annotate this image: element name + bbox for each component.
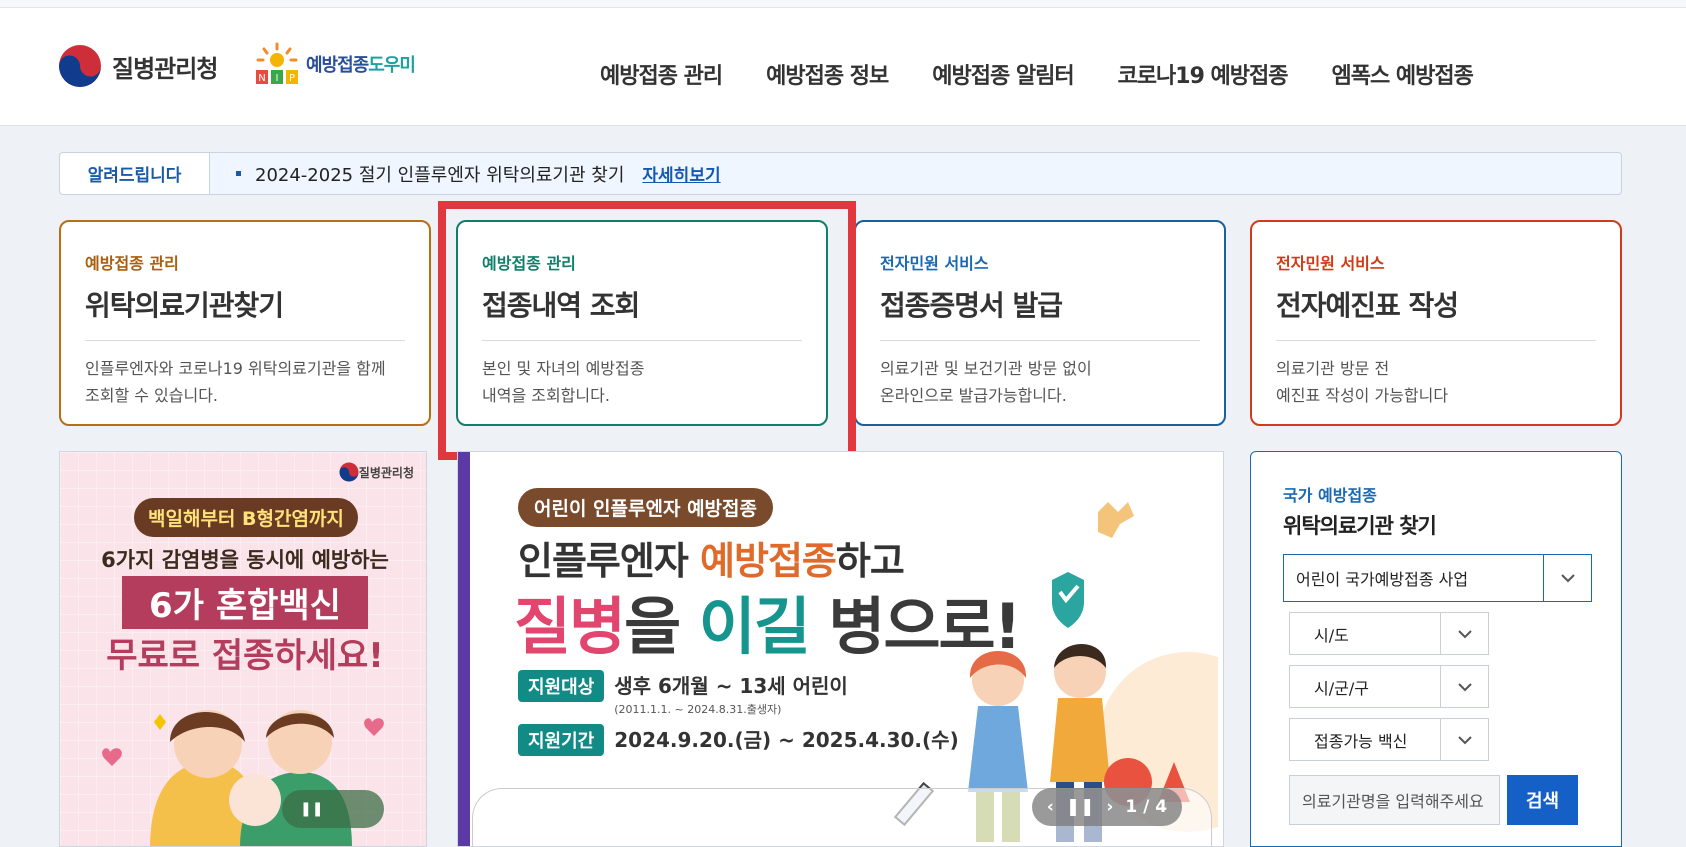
- card-description: 의료기관 및 보건기관 방문 없이 온라인으로 발급가능합니다.: [880, 359, 1092, 405]
- prev-arrow-icon[interactable]: ‹: [1047, 797, 1054, 817]
- sigungu-select[interactable]: 시/군/구: [1289, 665, 1489, 708]
- card-e-questionnaire[interactable]: 전자민원 서비스 전자예진표 작성 의료기관 방문 전 예진표 작성이 가능합니…: [1250, 220, 1622, 426]
- card-description: 인플루엔자와 코로나19 위탁의료기관을 함께 조회할 수 있습니다.: [85, 359, 386, 405]
- nip-logo-text: 예방접종도우미: [306, 55, 416, 76]
- clinic-search-row: 의료기관명을 입력해주세요 검색: [1289, 775, 1591, 825]
- notice-message[interactable]: 2024-2025 절기 인플루엔자 위탁의료기관 찾기: [255, 161, 624, 187]
- notice-more-link[interactable]: 자세히보기: [642, 161, 720, 186]
- pager-count: 1 / 4: [1125, 797, 1168, 817]
- notice-bar: 알려드립니다 2024-2025 절기 인플루엔자 위탁의료기관 찾기 자세히보…: [59, 152, 1622, 195]
- chevron-down-icon: [1440, 666, 1488, 707]
- next-arrow-icon[interactable]: ›: [1106, 797, 1113, 817]
- taegeuk-emblem-icon: [59, 45, 101, 87]
- banner-pill: 백일해부터 B형간염까지: [134, 498, 358, 537]
- svg-text:I: I: [276, 73, 279, 84]
- banner-line1: 6가지 감염병을 동시에 예방하는: [101, 548, 389, 572]
- card-title: 위탁의료기관찾기: [85, 284, 405, 341]
- clinic-finder-panel: 국가 예방접종 위탁의료기관 찾기 어린이 국가예방접종 사업 시/도 시/군/…: [1250, 451, 1622, 847]
- pause-icon[interactable]: ❚❚: [1066, 797, 1095, 817]
- nav-vaccination-management[interactable]: 예방접종 관리: [600, 58, 723, 90]
- site-header: 질병관리청 N I P 예방접종도우미 예방접종 관리 예방접종 정보 예방접종…: [0, 8, 1686, 126]
- main-nav: 예방접종 관리 예방접종 정보 예방접종 알림터 코로나19 예방접종 엠폭스 …: [600, 58, 1517, 90]
- banner-side-strip: [458, 452, 470, 846]
- chevron-down-icon: [1543, 555, 1591, 601]
- vaccine-select[interactable]: 접종가능 백신: [1289, 718, 1489, 761]
- notice-tag: 알려드립니다: [60, 153, 210, 194]
- card-category: 예방접종 관리: [85, 254, 179, 273]
- chevron-down-icon: [1440, 613, 1488, 654]
- period-label: 지원기간: [518, 724, 605, 756]
- nav-covid19-vaccination[interactable]: 코로나19 예방접종: [1118, 58, 1289, 90]
- banner-kdca-logo: 질병관리청: [339, 462, 414, 482]
- card-category: 전자민원 서비스: [1276, 254, 1385, 273]
- target-value: 생후 6개월 ~ 13세 어린이: [614, 674, 848, 698]
- target-label: 지원대상: [518, 670, 605, 702]
- org-name: 질병관리청: [112, 54, 218, 83]
- banner-pause-button[interactable]: ❚❚: [282, 790, 384, 828]
- finder-title: 위탁의료기관 찾기: [1283, 514, 1437, 538]
- finder-subtitle: 국가 예방접종: [1283, 486, 1377, 505]
- nip-sun-icon: N I P: [256, 42, 298, 84]
- kdca-logo[interactable]: 질병관리청: [58, 44, 218, 88]
- pause-icon: ❚❚: [300, 801, 324, 817]
- chevron-down-icon: [1440, 719, 1488, 760]
- card-title: 접종증명서 발급: [880, 284, 1200, 341]
- card-find-clinic[interactable]: 예방접종 관리 위탁의료기관찾기 인플루엔자와 코로나19 위탁의료기관을 함께…: [59, 220, 431, 426]
- banner-pill: 어린이 인플루엔자 예방접종: [518, 488, 773, 527]
- banner-pager-controls: ‹ ❚❚ › 1 / 4: [1032, 788, 1182, 826]
- hexavalent-vaccine-banner[interactable]: 질병관리청 백일해부터 B형간염까지 6가지 감염병을 동시에 예방하는 6가 …: [59, 451, 427, 847]
- bullet-icon: [236, 171, 241, 176]
- banner-target-row: 지원대상 생후 6개월 ~ 13세 어린이 (2011.1.1. ~ 2024.8…: [518, 670, 848, 717]
- search-button[interactable]: 검색: [1507, 775, 1578, 825]
- child-flu-banner[interactable]: 어린이 인플루엔자 예방접종 인플루엔자 예방접종하고 질병을 이길 병으로! …: [457, 451, 1224, 847]
- banner-line2: 6가 혼합백신: [122, 576, 368, 629]
- top-utility-bar: [0, 0, 1686, 8]
- card-category: 전자민원 서비스: [880, 254, 989, 273]
- banner-line3: 무료로 접종하세요!: [106, 636, 384, 676]
- svg-text:N: N: [258, 73, 265, 84]
- nav-vaccination-notice[interactable]: 예방접종 알림터: [932, 58, 1074, 90]
- target-sub: (2011.1.1. ~ 2024.8.31.출생자): [614, 703, 782, 716]
- clinic-name-input[interactable]: 의료기관명을 입력해주세요: [1289, 775, 1500, 825]
- card-certificate[interactable]: 전자민원 서비스 접종증명서 발급 의료기관 및 보건기관 방문 없이 온라인으…: [854, 220, 1226, 426]
- nav-mpox-vaccination[interactable]: 엠폭스 예방접종: [1332, 58, 1474, 90]
- sido-select[interactable]: 시/도: [1289, 612, 1489, 655]
- taegeuk-emblem-icon: [339, 462, 359, 482]
- nav-vaccination-info[interactable]: 예방접종 정보: [766, 58, 889, 90]
- svg-text:P: P: [289, 73, 295, 84]
- program-select[interactable]: 어린이 국가예방접종 사업: [1283, 554, 1592, 602]
- card-title: 전자예진표 작성: [1276, 284, 1596, 341]
- nip-logo[interactable]: N I P 예방접종도우미: [252, 42, 416, 86]
- highlight-box: [438, 201, 856, 460]
- card-description: 의료기관 방문 전 예진표 작성이 가능합니다: [1276, 359, 1449, 405]
